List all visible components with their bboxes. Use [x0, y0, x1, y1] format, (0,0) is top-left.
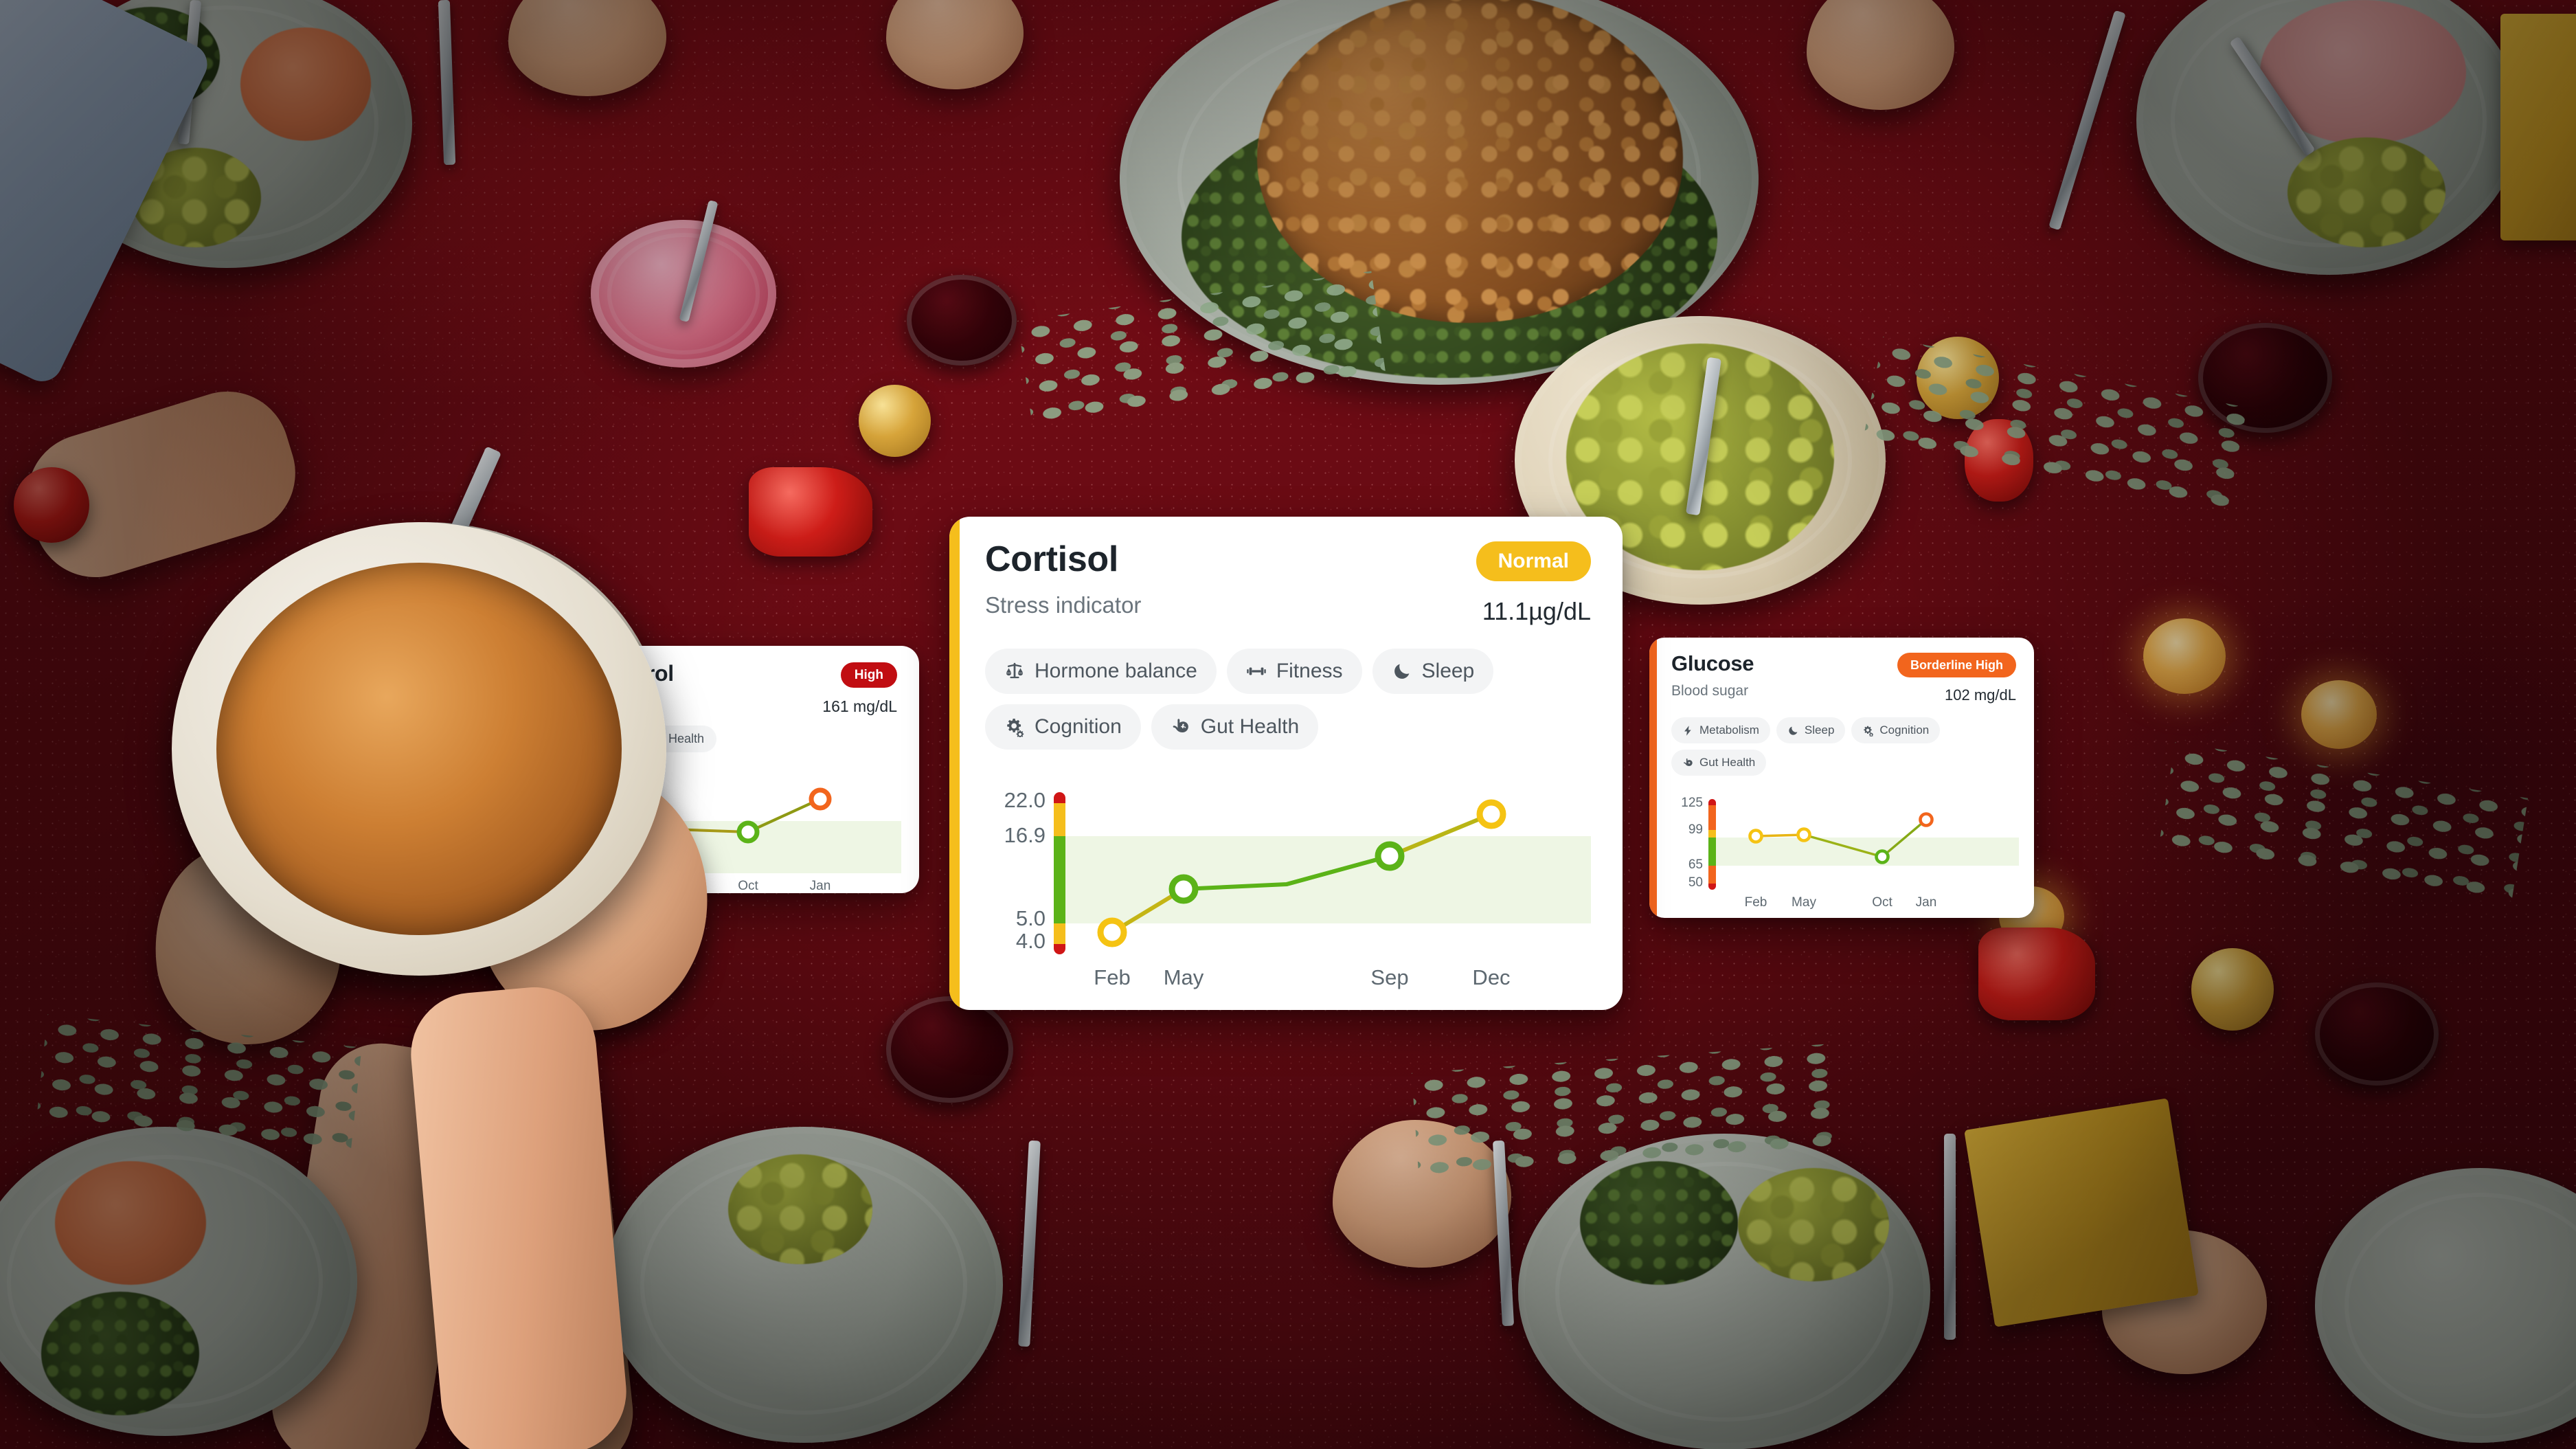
cholesterol-status-badge[interactable]: High: [840, 662, 897, 688]
cholesterol-value: 161 mg/dL: [822, 697, 897, 715]
cortisol-point-may: [1168, 874, 1199, 904]
cortisol-ylab-5: 5.0: [1015, 906, 1046, 930]
bolt-icon: [1682, 725, 1694, 737]
chip-sleep-glucose[interactable]: Sleep: [1776, 717, 1846, 743]
cortisol-ylab-22: 22.0: [1004, 788, 1046, 812]
chip-metabolism-label: Metabolism: [1699, 723, 1759, 737]
cortisol-status-badge[interactable]: Normal: [1476, 541, 1591, 581]
chip-sleep[interactable]: Sleep: [1372, 649, 1494, 694]
glucose-line-svg: [1748, 812, 1934, 864]
cortisol-point-sep: [1375, 841, 1405, 871]
cortisol-chart: 22.0 16.9 5.0 4.0 Feb May Sep Dec: [985, 788, 1591, 989]
chip-fitness-label: Fitness: [1276, 660, 1343, 682]
glucose-point-may: [1796, 827, 1811, 842]
chip-hormone-balance-label: Hormone balance: [1035, 660, 1197, 682]
glucose-xlab-oct: Oct: [1872, 895, 1893, 910]
cholesterol-xlab-jan: Jan: [809, 879, 831, 893]
cortisol-point-feb: [1097, 917, 1127, 947]
cortisol-ylab-4: 4.0: [1015, 929, 1046, 953]
glucose-value: 102 mg/dL: [1945, 686, 2016, 704]
cortisol-xlab-may: May: [1163, 965, 1204, 989]
cortisol-x-labels: Feb May Sep Dec: [985, 965, 1591, 993]
cortisol-value: 11.1µg/dL: [1482, 597, 1591, 625]
glucose-subtitle: Blood sugar: [1671, 683, 1749, 699]
glucose-point-feb: [1748, 829, 1763, 844]
cholesterol-xlab-oct: Oct: [738, 879, 758, 893]
chip-cognition-label: Cognition: [1035, 715, 1122, 738]
gauge-seg-critical-low: [1054, 944, 1065, 954]
chip-gut-health[interactable]: Gut Health: [1151, 704, 1319, 750]
gauge-seg-critical-high: [1708, 799, 1716, 805]
glucose-xlab-feb: Feb: [1744, 895, 1767, 910]
glucose-ylab-99: 99: [1688, 822, 1703, 837]
glucose-status-badge[interactable]: Borderline High: [1897, 653, 2016, 677]
gauge-seg-normal: [1708, 838, 1716, 866]
chip-sleep-label: Sleep: [1421, 660, 1475, 682]
cortisol-xlab-sep: Sep: [1370, 965, 1409, 989]
glucose-ylab-125: 125: [1681, 796, 1703, 810]
gauge-seg-borderline: [1708, 830, 1716, 838]
card-glucose[interactable]: Glucose Blood sugar Borderline High 102 …: [1649, 638, 2034, 918]
glucose-plot: [1716, 799, 2019, 890]
chip-sleep-glucose-label: Sleep: [1804, 723, 1835, 737]
glucose-xlab-jan: Jan: [1915, 895, 1937, 910]
glucose-xlab-may: May: [1792, 895, 1816, 910]
cortisol-point-dec: [1476, 799, 1506, 829]
glucose-ylab-65: 65: [1688, 857, 1703, 872]
gears-icon: [1862, 725, 1874, 737]
chip-gut-health-glucose-label: Gut Health: [1699, 756, 1756, 769]
gears-icon: [1004, 717, 1025, 737]
moon-icon: [1392, 661, 1412, 682]
photo-casserole-occluding-card: [172, 522, 666, 976]
cortisol-xlab-feb: Feb: [1094, 965, 1131, 989]
cortisol-line-svg: [1097, 799, 1506, 947]
glucose-chip-list: Metabolism Sleep Cognition Gut Health: [1649, 703, 2034, 776]
chip-cognition[interactable]: Cognition: [985, 704, 1141, 750]
gauge-seg-high: [1708, 805, 1716, 830]
gauge-seg-critical-low: [1708, 884, 1716, 890]
cortisol-range-gauge: [1054, 792, 1065, 954]
glucose-title: Glucose: [1671, 651, 1754, 675]
dumbbell-icon: [1246, 661, 1267, 682]
cortisol-subtitle: Stress indicator: [985, 592, 1142, 618]
chip-fitness[interactable]: Fitness: [1226, 649, 1362, 694]
chip-gut-health-label: Gut Health: [1200, 715, 1300, 738]
card-cortisol[interactable]: Cortisol Stress indicator Normal 11.1µg/…: [949, 517, 1623, 1010]
glucose-point-jan: [1919, 812, 1934, 827]
gauge-seg-normal: [1054, 836, 1065, 923]
cortisol-chip-list: Hormone balance Fitness Sleep Cognition …: [949, 624, 1623, 750]
glucose-chart: 125 99 65 50 Feb May Oct Jan: [1671, 796, 2019, 910]
cortisol-xlab-dec: Dec: [1472, 965, 1511, 989]
gauge-seg-high: [1054, 803, 1065, 836]
gauge-seg-low: [1054, 923, 1065, 944]
chip-metabolism[interactable]: Metabolism: [1671, 717, 1770, 743]
cortisol-plot: [1065, 792, 1591, 954]
cortisol-ylab-169: 16.9: [1004, 823, 1046, 847]
gauge-seg-critical-high: [1054, 792, 1065, 803]
moon-icon: [1787, 725, 1799, 737]
glucose-range-gauge: [1708, 799, 1716, 890]
glucose-x-labels: Feb May Oct Jan: [1671, 895, 2019, 914]
chip-gut-health-glucose[interactable]: Gut Health: [1671, 750, 1767, 776]
stomach-icon: [1682, 757, 1694, 769]
gauge-seg-low: [1708, 866, 1716, 884]
glucose-ylab-50: 50: [1688, 875, 1703, 890]
cortisol-y-axis: 22.0 16.9 5.0 4.0: [985, 788, 1046, 964]
chip-cognition-glucose-label: Cognition: [1879, 723, 1930, 737]
cortisol-title: Cortisol: [985, 539, 1119, 579]
chip-cognition-glucose[interactable]: Cognition: [1851, 717, 1941, 743]
chip-hormone-balance[interactable]: Hormone balance: [985, 649, 1217, 694]
glucose-point-oct: [1875, 849, 1890, 864]
glucose-y-axis: 125 99 65 50: [1671, 796, 1703, 895]
stomach-icon: [1171, 717, 1191, 737]
screenshot-root: esterol nsporter High 161 mg/dL Heart He…: [0, 0, 2576, 1449]
scales-icon: [1004, 661, 1025, 682]
